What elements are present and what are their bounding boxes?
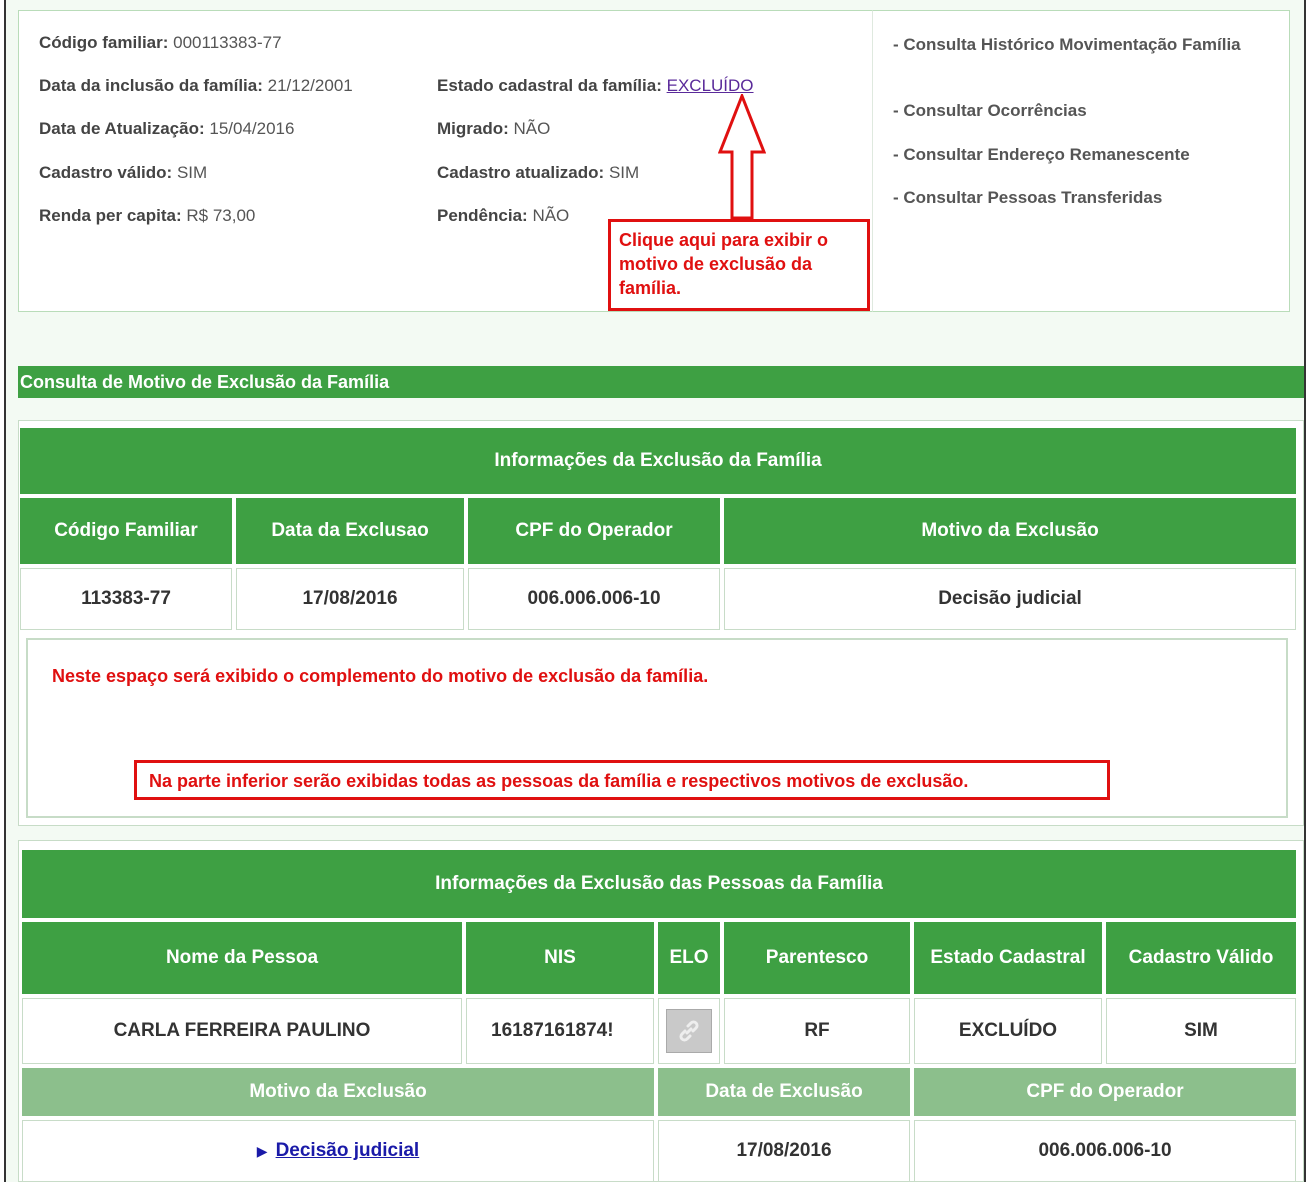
pendencia-field: Pendência: NÃO: [437, 206, 569, 226]
pendencia-value: NÃO: [532, 206, 570, 225]
migrado-label: Migrado:: [437, 119, 509, 138]
section-title: Consulta de Motivo de Exclusão da Famíli…: [20, 372, 390, 392]
cell-person-cpf-operador: 006.006.006-10: [914, 1120, 1296, 1182]
excluido-link[interactable]: EXCLUÍDO: [667, 76, 754, 95]
triangle-right-icon: ▶: [256, 1142, 268, 1159]
estado-cadastral-label: Estado cadastral da família:: [437, 76, 662, 95]
header-motivo-exclusao: Motivo da Exclusão: [724, 498, 1296, 564]
cell-nome-pessoa: CARLA FERREIRA PAULINO: [22, 998, 462, 1064]
renda-field: Renda per capita: R$ 73,00: [39, 206, 255, 226]
data-inclusao-value: 21/12/2001: [267, 76, 353, 95]
complement-note: Neste espaço será exibido o complemento …: [52, 666, 709, 686]
callout-lower-note: Na parte inferior serão exibidas todas a…: [134, 760, 1110, 800]
elo-link-button[interactable]: [666, 1009, 712, 1053]
people-exclusion-title: Informações da Exclusão das Pessoas da F…: [22, 850, 1296, 918]
callout-click-here-text: Clique aqui para exibir o motivo de excl…: [619, 230, 829, 298]
header-cpf-operador: CPF do Operador: [468, 498, 720, 564]
cell-nis: 16187161874!: [466, 998, 654, 1064]
cadastro-valido-field: Cadastro válido: SIM: [39, 163, 207, 183]
subheader-motivo-exclusao: Motivo da Exclusão: [22, 1068, 654, 1116]
red-arrow-icon: [718, 94, 766, 220]
header-codigo-familiar: Código Familiar: [20, 498, 232, 564]
header-nome-pessoa: Nome da Pessoa: [22, 922, 462, 994]
cell-data-exclusao: 17/08/2016: [236, 568, 464, 630]
cell-person-data-exclusao: 17/08/2016: [658, 1120, 910, 1182]
subheader-cpf-operador: CPF do Operador: [914, 1068, 1296, 1116]
codigo-familiar-value: 000113383-77: [173, 33, 282, 52]
cadastro-atualizado-field: Cadastro atualizado: SIM: [437, 163, 639, 183]
cell-motivo-exclusao: Decisão judicial: [724, 568, 1296, 630]
cadastro-atualizado-value: SIM: [608, 163, 640, 182]
family-exclusion-title: Informações da Exclusão da Família: [20, 428, 1296, 494]
link-icon: [679, 1020, 699, 1042]
header-elo: ELO: [658, 922, 720, 994]
cadastro-valido-label: Cadastro válido:: [39, 163, 173, 182]
data-inclusao-label: Data da inclusão da família:: [39, 76, 263, 95]
header-cadastro-valido: Cadastro Válido: [1106, 922, 1296, 994]
page-frame: Código familiar: 000113383-77 Data da in…: [4, 0, 1306, 1182]
subheader-data-exclusao: Data de Exclusão: [658, 1068, 910, 1116]
cell-elo: [658, 998, 720, 1064]
codigo-familiar-field: Código familiar: 000113383-77: [39, 33, 282, 53]
callout-click-here: Clique aqui para exibir o motivo de excl…: [608, 219, 870, 311]
data-atualizacao-field: Data de Atualização: 15/04/2016: [39, 119, 294, 139]
renda-value: R$ 73,00: [186, 206, 256, 225]
cell-codigo-familiar: 113383-77: [20, 568, 232, 630]
callout-lower-note-text: Na parte inferior serão exibidas todas a…: [149, 771, 969, 791]
migrado-value: NÃO: [513, 119, 551, 138]
header-data-exclusao: Data da Exclusao: [236, 498, 464, 564]
migrado-field: Migrado: NÃO: [437, 119, 550, 139]
side-links-panel: - Consulta Histórico Movimentação Famíli…: [872, 10, 1290, 312]
link-historico-movimentacao[interactable]: - Consulta Histórico Movimentação Famíli…: [893, 33, 1273, 57]
decisao-judicial-link[interactable]: Decisão judicial: [276, 1140, 420, 1162]
header-estado-cadastral: Estado Cadastral: [914, 922, 1102, 994]
link-endereco-remanescente[interactable]: - Consultar Endereço Remanescente: [893, 143, 1273, 167]
cell-cpf-operador: 006.006.006-10: [468, 568, 720, 630]
section-title-bar: Consulta de Motivo de Exclusão da Famíli…: [18, 366, 1304, 398]
data-atualizacao-value: 15/04/2016: [209, 119, 295, 138]
header-nis: NIS: [466, 922, 654, 994]
cadastro-valido-value: SIM: [176, 163, 208, 182]
pendencia-label: Pendência:: [437, 206, 528, 225]
cell-cadastro-valido: SIM: [1106, 998, 1296, 1064]
header-parentesco: Parentesco: [724, 922, 910, 994]
data-atualizacao-label: Data de Atualização:: [39, 119, 205, 138]
link-consultar-ocorrencias[interactable]: - Consultar Ocorrências: [893, 99, 1273, 123]
codigo-familiar-label: Código familiar:: [39, 33, 169, 52]
estado-cadastral-field: Estado cadastral da família: EXCLUÍDO: [437, 76, 754, 96]
link-pessoas-transferidas[interactable]: - Consultar Pessoas Transferidas: [893, 186, 1273, 210]
cell-person-motivo: ▶ Decisão judicial: [22, 1120, 654, 1182]
cell-parentesco: RF: [724, 998, 910, 1064]
data-inclusao-field: Data da inclusão da família: 21/12/2001: [39, 76, 353, 96]
cadastro-atualizado-label: Cadastro atualizado:: [437, 163, 605, 182]
cell-estado-cadastral: EXCLUÍDO: [914, 998, 1102, 1064]
renda-label: Renda per capita:: [39, 206, 182, 225]
